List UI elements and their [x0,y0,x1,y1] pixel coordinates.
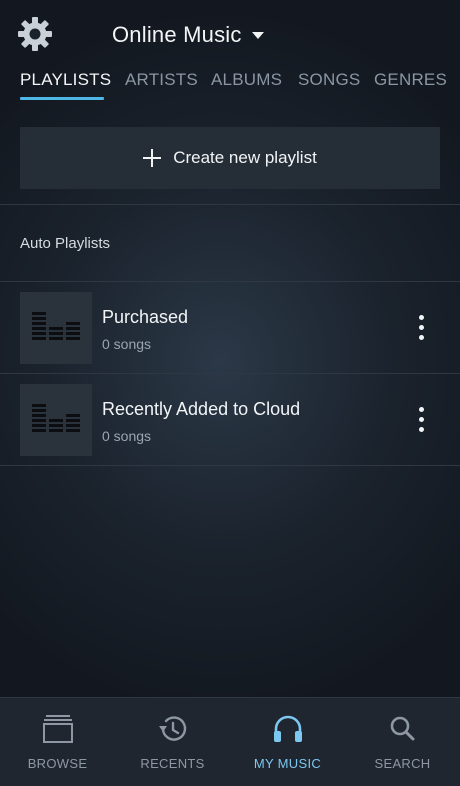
source-dropdown[interactable]: Online Music [112,20,264,50]
tab-artists[interactable]: ARTISTS [125,70,198,90]
playlist-thumbnail [20,292,92,364]
nav-label: BROWSE [27,756,88,771]
app-root: Online Music PLAYLISTS ARTISTS ALBUMS SO… [0,0,460,786]
more-options-icon[interactable] [410,315,434,341]
tab-albums[interactable]: ALBUMS [211,70,282,90]
history-icon [159,716,187,741]
nav-recents[interactable]: RECENTS [115,698,230,786]
nav-label: RECENTS [140,756,205,771]
nav-search[interactable]: SEARCH [345,698,460,786]
top-bar: Online Music [0,0,460,68]
divider [0,204,460,205]
plus-icon [143,149,162,167]
playlist-title: Recently Added to Cloud [102,399,301,419]
gear-icon[interactable] [18,17,52,51]
active-tab-indicator [20,97,104,100]
source-label: Online Music [112,22,242,47]
headphones-icon [274,715,302,742]
playlist-title: Purchased [102,307,189,327]
section-title-auto-playlists: Auto Playlists [20,235,111,252]
bottom-nav: BROWSE RECENTS MY MUSIC SEARCH [0,697,460,786]
more-options-icon[interactable] [410,407,434,433]
nav-label: MY MUSIC [253,756,322,771]
search-icon [390,716,415,741]
playlist-song-count: 0 songs [102,336,152,352]
caret-down-icon [251,31,264,39]
create-playlist-label: Create new playlist [173,148,317,167]
equalizer-icon [32,312,80,340]
create-playlist-button[interactable]: Create new playlist [20,127,440,189]
tab-genres[interactable]: GENRES [374,70,447,90]
playlist-row-recently-added[interactable]: Recently Added to Cloud 0 songs [0,374,460,466]
browse-icon [43,715,73,743]
playlist-thumbnail [20,384,92,456]
divider [0,465,460,466]
playlist-song-count: 0 songs [102,428,152,444]
tab-songs[interactable]: SONGS [298,70,360,90]
nav-label: SEARCH [374,756,431,771]
tab-playlists[interactable]: PLAYLISTS [20,70,111,90]
tab-bar: PLAYLISTS ARTISTS ALBUMS SONGS GENRES [0,68,460,104]
equalizer-icon [32,404,80,432]
playlist-row-purchased[interactable]: Purchased 0 songs [0,282,460,374]
nav-my-music[interactable]: MY MUSIC [230,698,345,786]
nav-browse[interactable]: BROWSE [0,698,115,786]
